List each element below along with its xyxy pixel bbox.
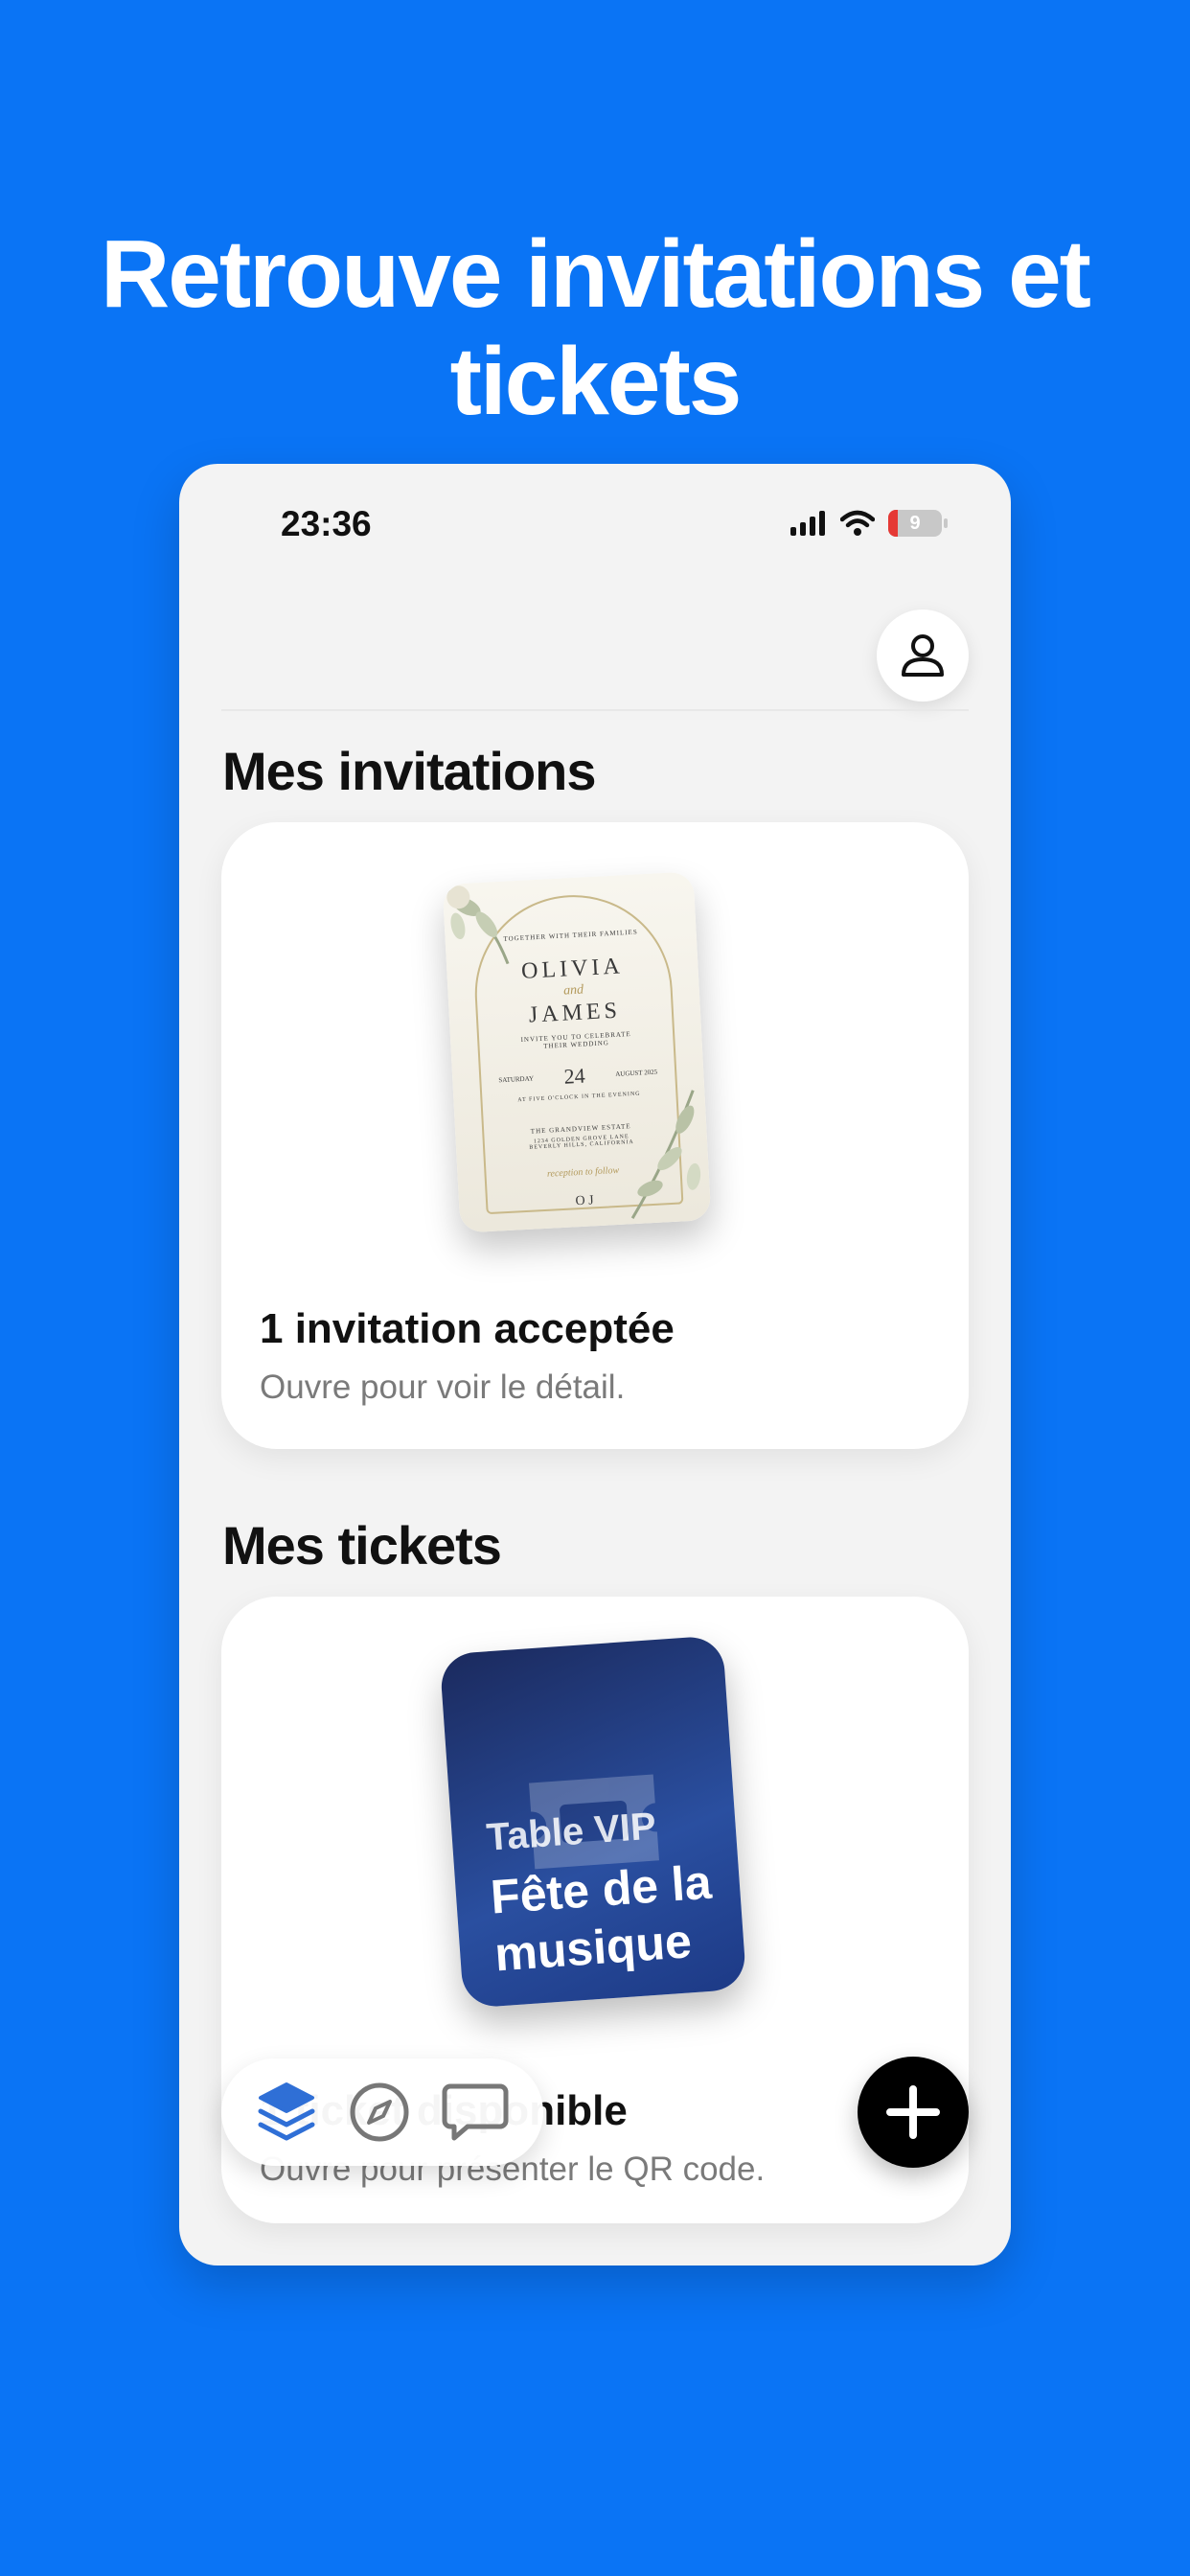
signal-icon (790, 511, 825, 536)
profile-button[interactable] (877, 610, 969, 702)
header-divider (221, 709, 969, 711)
add-button[interactable] (858, 2057, 969, 2168)
status-icons: 9 (790, 510, 948, 537)
chat-icon[interactable] (441, 2081, 510, 2144)
status-time: 23:36 (281, 504, 372, 543)
invitations-card[interactable]: TOGETHER WITH THEIR FAMILIES OLIVIA and … (221, 822, 969, 1449)
layers-icon[interactable] (255, 2079, 318, 2146)
compass-icon[interactable] (348, 2081, 411, 2144)
invitations-section-title: Mes invitations (222, 741, 597, 801)
invitations-card-title: 1 invitation acceptée (260, 1305, 675, 1352)
phone-screen: 23:36 9 Mes invitations TOGETHER WITH TH… (179, 464, 1011, 2266)
invitations-card-subtitle: Ouvre pour voir le détail. (260, 1368, 626, 1406)
battery-icon: 9 (888, 510, 948, 537)
ticket-title: Fête de la musique (489, 1854, 714, 1982)
tab-bar (221, 2058, 543, 2166)
plus-icon (886, 2085, 940, 2139)
tickets-section-title: Mes tickets (222, 1515, 502, 1576)
wifi-icon (840, 510, 875, 536)
battery-level: 9 (909, 512, 921, 534)
invitation-artwork: TOGETHER WITH THEIR FAMILIES OLIVIA and … (442, 871, 712, 1233)
person-icon (902, 634, 944, 677)
ticket-artwork: Table VIP Fête de la musique (439, 1635, 747, 2009)
headline: Retrouve invitations et tickets (101, 220, 1091, 435)
